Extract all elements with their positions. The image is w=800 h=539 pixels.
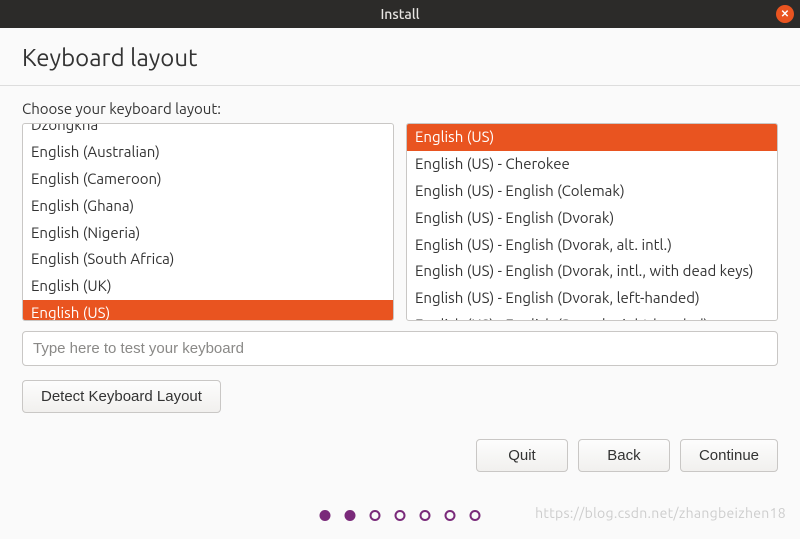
- layout-item[interactable]: English (South Africa): [23, 246, 393, 273]
- variant-item[interactable]: English (US) - English (Dvorak, right-ha…: [407, 312, 777, 321]
- layout-listbox[interactable]: DzongkhaEnglish (Australian)English (Cam…: [22, 123, 394, 321]
- continue-button[interactable]: Continue: [680, 439, 778, 472]
- content-area: Keyboard layout Choose your keyboard lay…: [0, 28, 800, 472]
- titlebar: Install ✕: [0, 0, 800, 28]
- progress-dot: [470, 510, 481, 521]
- variant-item[interactable]: English (US) - English (Dvorak, intl., w…: [407, 258, 777, 285]
- variant-item[interactable]: English (US) - English (Dvorak, left-han…: [407, 285, 777, 312]
- instruction-label: Choose your keyboard layout:: [22, 100, 778, 117]
- variant-item[interactable]: English (US) - Cherokee: [407, 151, 777, 178]
- keyboard-test-input[interactable]: [22, 331, 778, 366]
- divider: [0, 85, 800, 86]
- close-icon: ✕: [781, 9, 789, 19]
- page-title: Keyboard layout: [22, 44, 778, 71]
- layout-item[interactable]: English (Ghana): [23, 193, 393, 220]
- layout-item[interactable]: English (Cameroon): [23, 166, 393, 193]
- watermark: https://blog.csdn.net/zhangbeizhen18: [535, 505, 786, 521]
- layout-item[interactable]: English (US): [23, 300, 393, 321]
- progress-dot: [320, 510, 331, 521]
- variant-item[interactable]: English (US) - English (Dvorak, alt. int…: [407, 232, 777, 259]
- variant-item[interactable]: English (US) - English (Colemak): [407, 178, 777, 205]
- progress-dot: [445, 510, 456, 521]
- progress-dots: [320, 510, 481, 521]
- variant-item[interactable]: English (US): [407, 124, 777, 151]
- variant-item[interactable]: English (US) - English (Dvorak): [407, 205, 777, 232]
- footer-buttons: Quit Back Continue: [22, 439, 778, 472]
- progress-dot: [345, 510, 356, 521]
- progress-dot: [370, 510, 381, 521]
- layout-lists: DzongkhaEnglish (Australian)English (Cam…: [22, 123, 778, 321]
- close-button[interactable]: ✕: [776, 5, 794, 23]
- back-button[interactable]: Back: [578, 439, 670, 472]
- quit-button[interactable]: Quit: [476, 439, 568, 472]
- layout-item[interactable]: Dzongkha: [23, 124, 393, 139]
- window-title: Install: [380, 6, 419, 22]
- layout-item[interactable]: English (Nigeria): [23, 220, 393, 247]
- variant-listbox[interactable]: English (US)English (US) - CherokeeEngli…: [406, 123, 778, 321]
- layout-item[interactable]: English (Australian): [23, 139, 393, 166]
- detect-layout-button[interactable]: Detect Keyboard Layout: [22, 380, 221, 413]
- progress-dot: [420, 510, 431, 521]
- progress-dot: [395, 510, 406, 521]
- layout-item[interactable]: English (UK): [23, 273, 393, 300]
